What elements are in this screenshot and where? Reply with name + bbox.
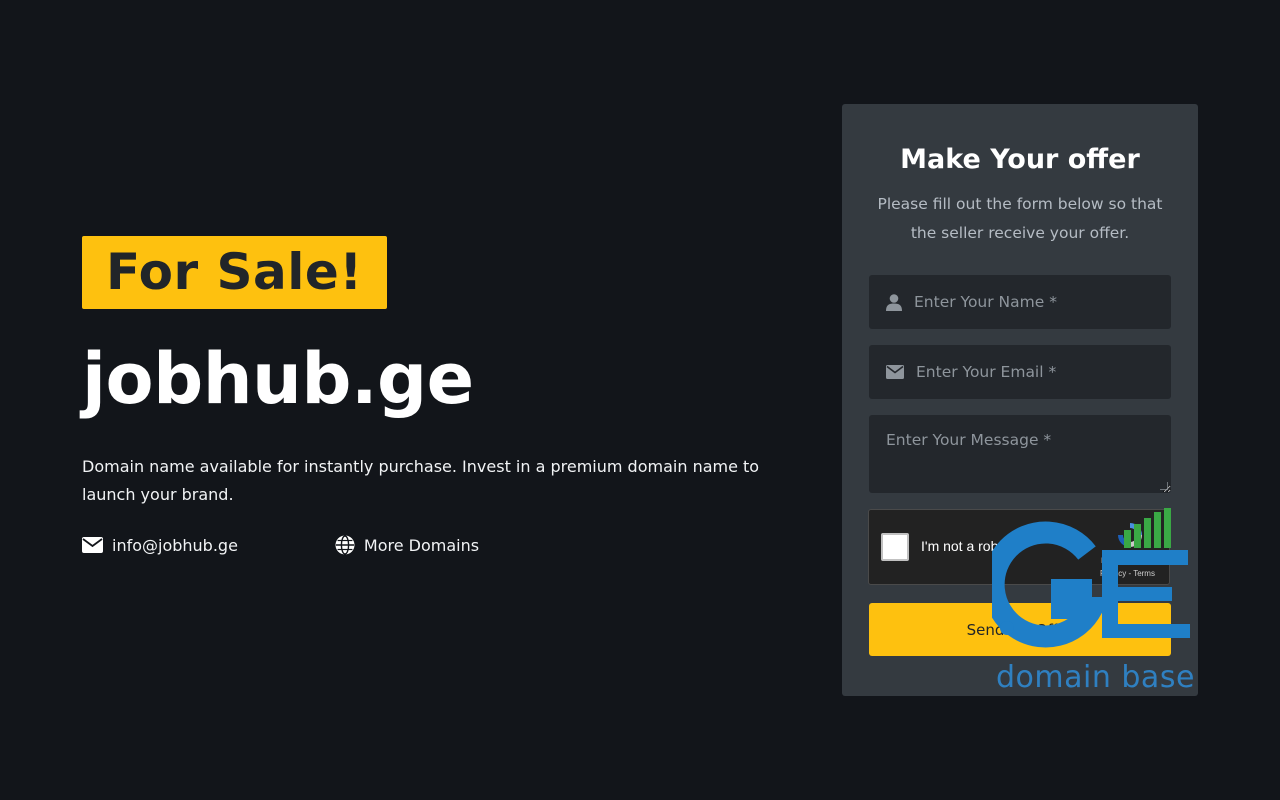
form-title: Make Your offer	[900, 144, 1140, 175]
more-domains-label: More Domains	[363, 535, 480, 555]
recaptcha-brand: reCAPTCHA	[1101, 555, 1158, 566]
globe-icon	[335, 535, 355, 555]
email-link-label: info@jobhub.ge	[112, 535, 238, 555]
message-input[interactable]	[869, 415, 1171, 493]
contact-links: info@jobhub.ge More Domains	[82, 535, 782, 555]
recaptcha-checkbox[interactable]	[881, 533, 909, 561]
email-link[interactable]: info@jobhub.ge	[82, 536, 238, 555]
name-input[interactable]	[914, 293, 1171, 311]
recaptcha-label: I'm not a robot	[921, 538, 1011, 554]
resize-handle[interactable]	[1160, 482, 1168, 490]
user-icon	[886, 293, 902, 311]
more-domains-link[interactable]: More Domains	[335, 535, 479, 555]
message-field-wrapper	[869, 415, 1171, 493]
recaptcha-logo-icon	[1118, 523, 1142, 547]
envelope-icon	[886, 365, 904, 379]
for-sale-badge: For Sale!	[82, 236, 387, 309]
send-offer-button[interactable]: Send My Offer	[869, 603, 1171, 656]
name-field-wrapper	[869, 275, 1171, 329]
domain-description: Domain name available for instantly purc…	[82, 457, 760, 504]
offer-form-card: Make Your offer Please fill out the form…	[842, 104, 1198, 696]
email-input[interactable]	[916, 363, 1171, 381]
form-subtitle: Please fill out the form below so that t…	[877, 195, 1163, 242]
recaptcha-widget: I'm not a robot reCAPTCHA Privacy - Term…	[868, 509, 1170, 585]
domain-title: jobhub.ge	[82, 338, 474, 420]
recaptcha-privacy-terms[interactable]: Privacy - Terms	[1100, 569, 1155, 578]
hero-section: For Sale! jobhub.ge Domain name availabl…	[82, 236, 782, 555]
email-field-wrapper	[869, 345, 1171, 399]
envelope-icon	[82, 537, 103, 553]
